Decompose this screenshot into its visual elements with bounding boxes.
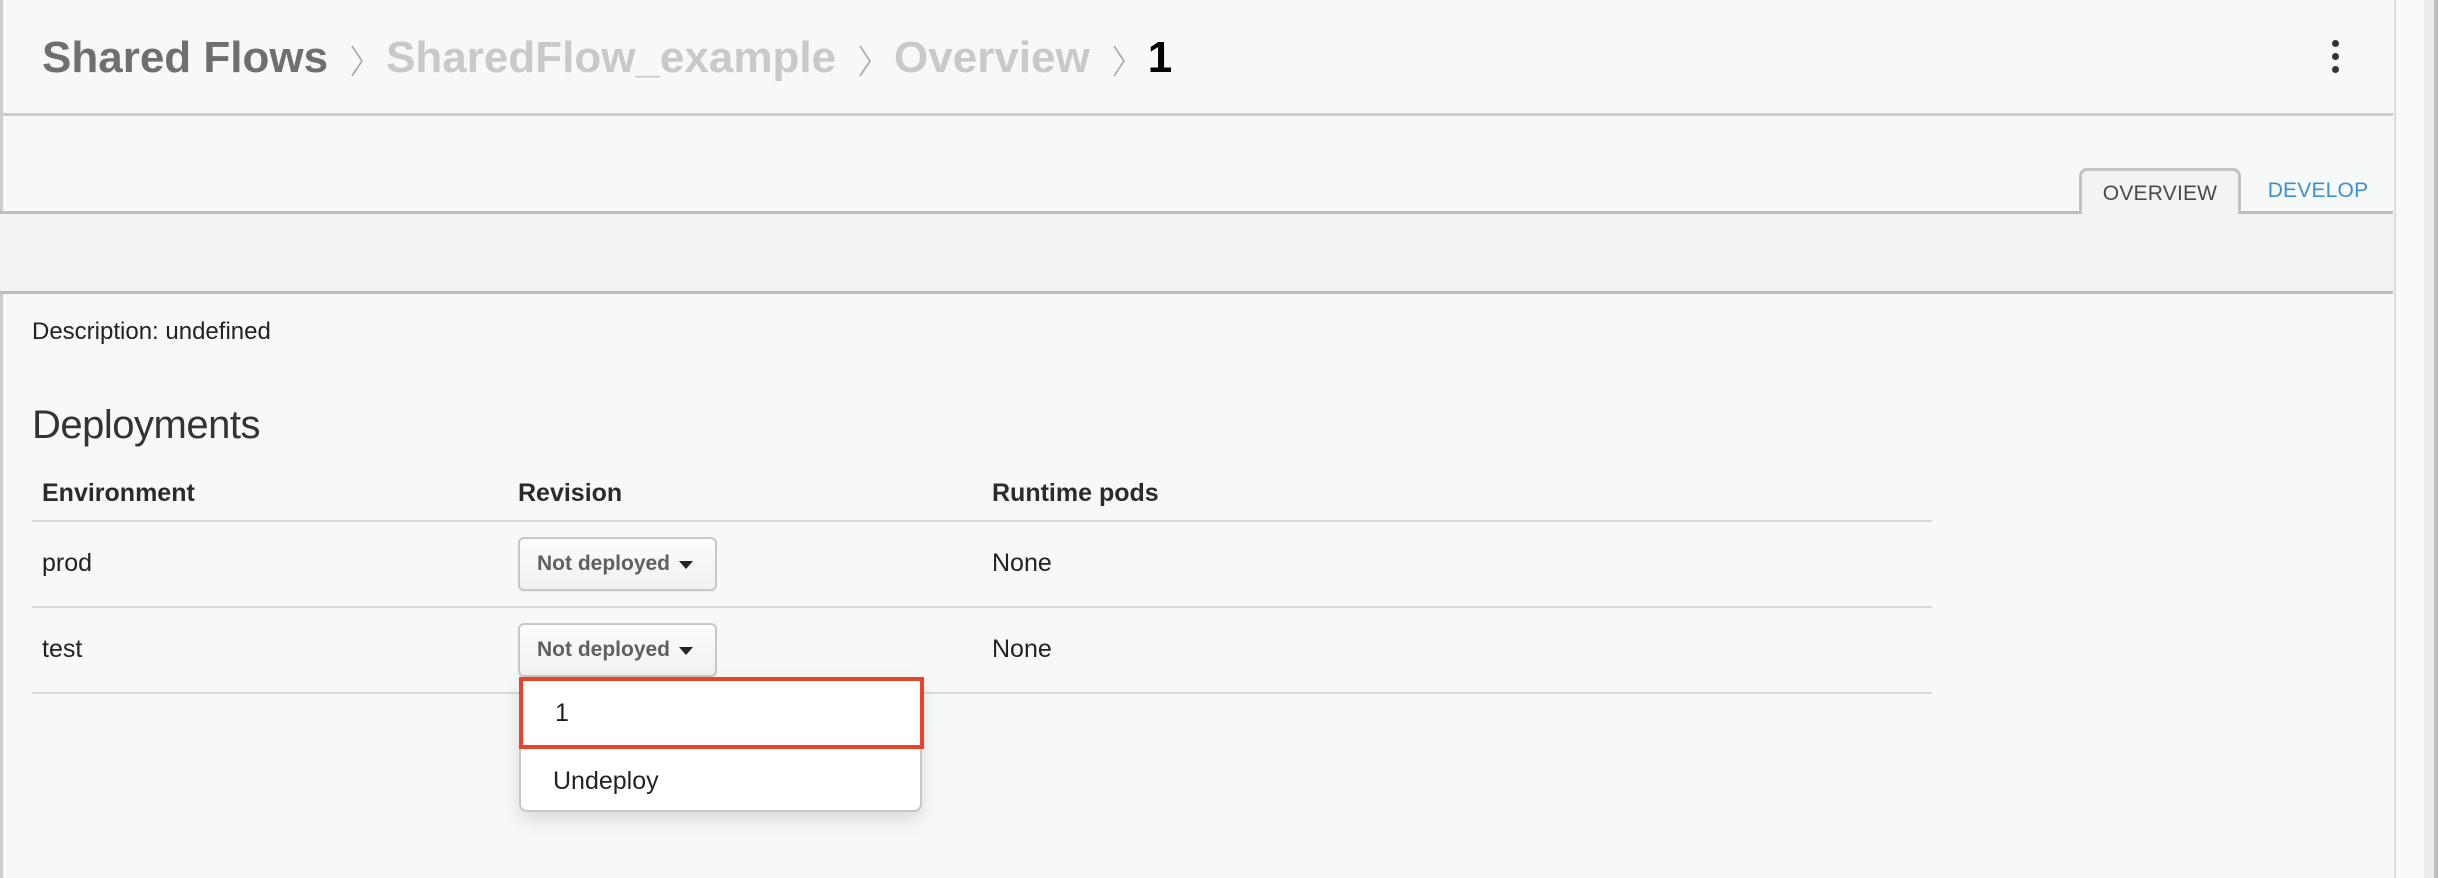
column-header-revision: Revision [518, 479, 623, 507]
toolbar-strip [0, 214, 2393, 294]
tab-develop[interactable]: DEVELOP [2258, 168, 2378, 214]
page-header: Shared Flows SharedFlow_example Overview… [0, 0, 2393, 116]
table-header: Environment Revision Runtime pods [32, 464, 1932, 522]
environment-cell: test [42, 635, 83, 663]
revision-dropdown-prod[interactable]: Not deployed [518, 537, 717, 591]
window-edge [2434, 0, 2438, 878]
breadcrumb: Shared Flows SharedFlow_example Overview… [42, 28, 1172, 88]
more-vertical-icon[interactable] [2326, 38, 2346, 74]
revision-dropdown-menu: Undeploy 1 [519, 677, 924, 812]
scrollbar-gutter [2424, 0, 2434, 878]
chevron-right-icon [350, 44, 364, 78]
deployments-table: Environment Revision Runtime pods prod N… [32, 464, 1932, 694]
caret-down-icon [679, 647, 694, 655]
scrollbar-track[interactable] [2398, 0, 2426, 878]
runtime-pods-cell: None [992, 635, 1052, 663]
tab-overview[interactable]: OVERVIEW [2079, 168, 2241, 217]
environment-cell: prod [42, 549, 93, 577]
menu-item-undeploy[interactable]: Undeploy [521, 751, 920, 811]
revision-dropdown-test[interactable]: Not deployed [518, 623, 717, 677]
breadcrumb-sharedflow-example[interactable]: SharedFlow_example [386, 33, 836, 83]
breadcrumb-current-revision: 1 [1147, 33, 1173, 82]
table-row: test Not deployed None [32, 608, 1932, 694]
caret-down-icon [679, 561, 694, 569]
column-header-runtime-pods: Runtime pods [992, 479, 1159, 507]
runtime-pods-cell: None [992, 549, 1052, 577]
breadcrumb-overview[interactable]: Overview [894, 33, 1090, 83]
chevron-right-icon [1112, 44, 1126, 78]
description-text: Description: undefined [32, 318, 271, 345]
revision-dropdown-label: Not deployed [537, 552, 671, 575]
deployments-heading: Deployments [32, 403, 260, 447]
chevron-right-icon [858, 44, 872, 78]
column-header-environment: Environment [42, 479, 195, 507]
breadcrumb-shared-flows[interactable]: Shared Flows [42, 33, 328, 83]
tab-bar: OVERVIEW DEVELOP [0, 116, 2393, 217]
revision-dropdown-label: Not deployed [537, 638, 671, 661]
menu-item-revision-1[interactable]: 1 [519, 677, 924, 749]
table-row: prod Not deployed None [32, 522, 1932, 608]
